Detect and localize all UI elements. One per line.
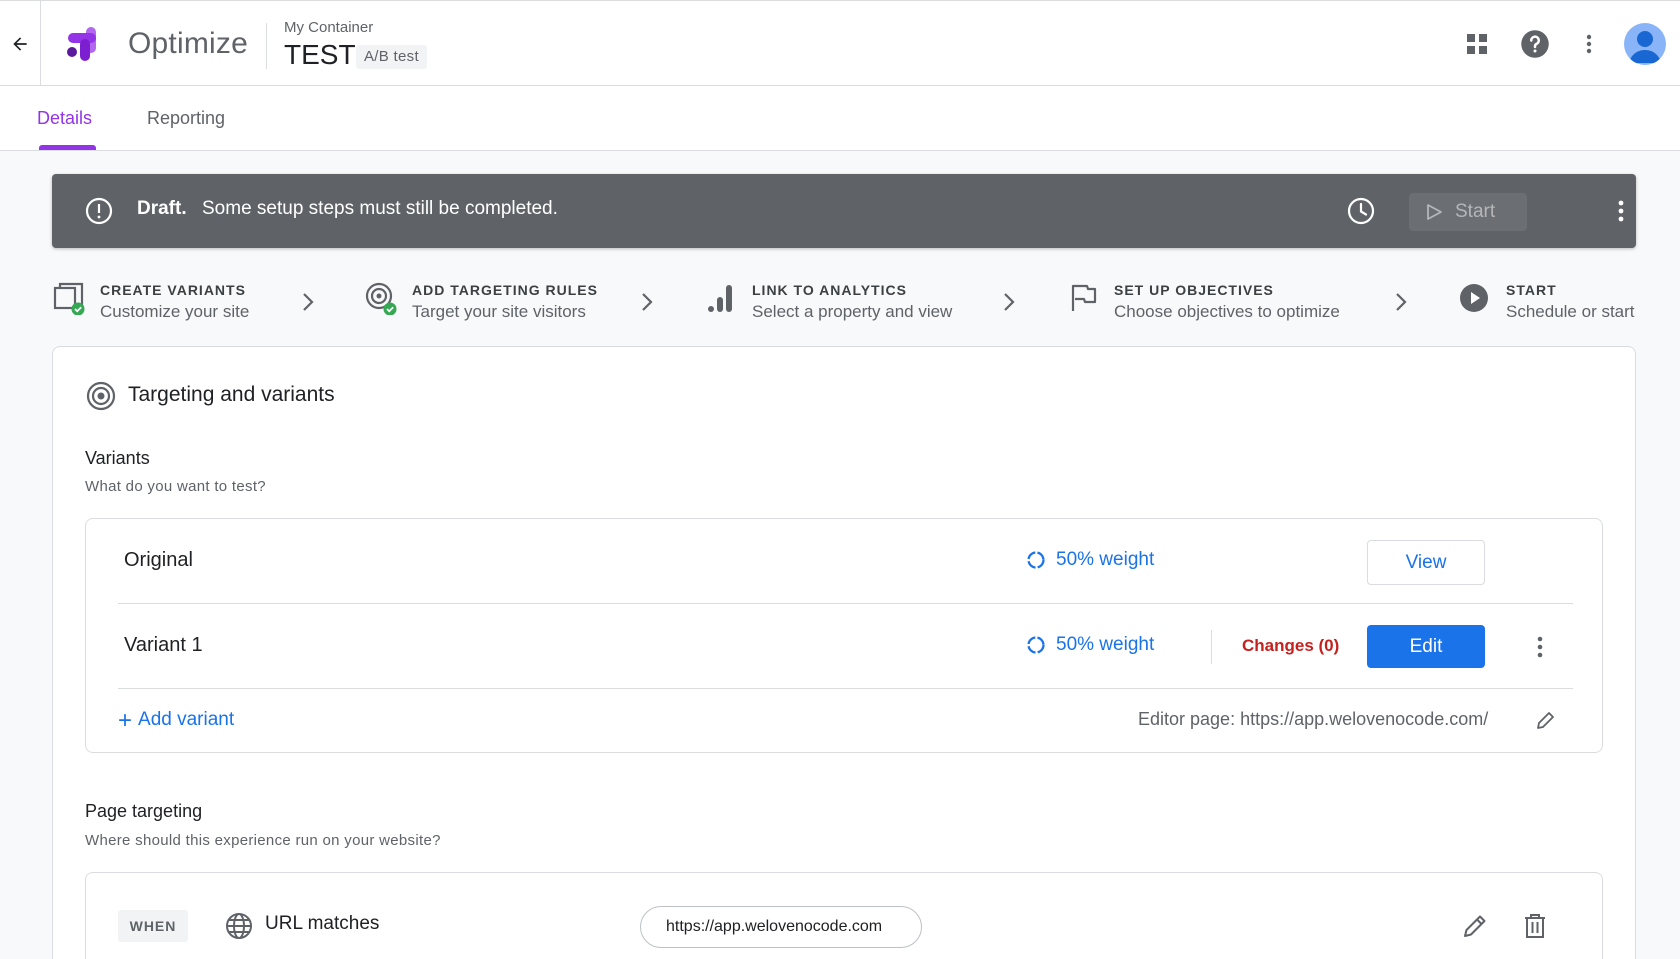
- step-set-up-objectives[interactable]: SET UP OBJECTIVES Choose objectives to o…: [1066, 275, 1366, 325]
- experiment-name: TEST: [284, 39, 356, 70]
- start-button-label: Start: [1455, 201, 1496, 222]
- alert-circle-icon: [85, 197, 113, 225]
- step-subtitle: Customize your site: [100, 302, 250, 321]
- help-icon: [1521, 30, 1549, 58]
- schedule-clock-icon[interactable]: [1346, 196, 1376, 226]
- globe-icon: [226, 913, 252, 939]
- analytics-icon: [708, 285, 732, 312]
- more-vert-icon: [1586, 34, 1592, 54]
- account-avatar[interactable]: [1624, 23, 1666, 65]
- divider: [1211, 630, 1212, 664]
- variants-subheading: What do you want to test?: [85, 478, 266, 495]
- weight-circle-icon: [1027, 636, 1045, 654]
- add-variant-button[interactable]: + Add variant: [118, 706, 235, 734]
- status-state: Draft.: [137, 198, 187, 219]
- variant-name: Variant 1: [124, 634, 203, 656]
- play-icon: [1427, 204, 1442, 220]
- card-title: Targeting and variants: [128, 383, 335, 406]
- weight-circle-icon: [1027, 551, 1045, 569]
- variants-list: Original 50% weight View Variant 1 50% w…: [85, 518, 1603, 753]
- step-link-to-analytics[interactable]: LINK TO ANALYTICS Select a property and …: [704, 275, 974, 325]
- experiment-type-chip: A/B test: [356, 45, 427, 69]
- targeting-rule: WHEN URL matches https://app.welovenocod…: [85, 872, 1603, 959]
- step-subtitle: Schedule or start: [1506, 302, 1635, 321]
- start-button[interactable]: Start: [1409, 193, 1527, 231]
- url-value-chip[interactable]: https://app.welovenocode.com: [640, 906, 922, 948]
- tab-active-indicator: [39, 145, 96, 150]
- step-title: START: [1506, 282, 1557, 298]
- step-title: CREATE VARIANTS: [100, 282, 246, 298]
- editor-page-url: Editor page: https://app.welovenocode.co…: [1138, 709, 1489, 729]
- changes-link[interactable]: Changes (0): [1242, 636, 1339, 656]
- pencil-icon[interactable]: [1462, 913, 1488, 939]
- app-header: Optimize My Container TEST A/B test: [0, 0, 1680, 86]
- edit-button[interactable]: Edit: [1367, 625, 1485, 668]
- step-subtitle: Select a property and view: [752, 302, 953, 321]
- step-title: SET UP OBJECTIVES: [1114, 282, 1274, 298]
- optimize-logo: [64, 25, 104, 65]
- tab-details[interactable]: Details: [37, 86, 92, 150]
- apps-grid-button[interactable]: [1460, 27, 1494, 61]
- variant-weight-label: 50% weight: [1056, 634, 1155, 655]
- variant-row-original: Original 50% weight View: [118, 519, 1573, 604]
- tab-reporting[interactable]: Reporting: [147, 86, 225, 150]
- variant-row-variant-1: Variant 1 50% weight Changes (0) Edit: [118, 604, 1573, 689]
- step-add-targeting-rules[interactable]: ADD TARGETING RULES Target your site vis…: [364, 275, 634, 325]
- step-title: ADD TARGETING RULES: [412, 282, 598, 298]
- variants-icon: [53, 282, 85, 315]
- flag-icon: [1071, 284, 1097, 311]
- chevron-right-icon: [1004, 293, 1015, 311]
- page-targeting-heading: Page targeting: [85, 801, 203, 821]
- chevron-right-icon: [1396, 293, 1407, 311]
- step-subtitle: Target your site visitors: [412, 302, 586, 321]
- pencil-icon[interactable]: [1535, 709, 1557, 731]
- more-options-button[interactable]: [1572, 27, 1606, 61]
- condition-label: URL matches: [265, 913, 380, 934]
- header-divider: [266, 23, 267, 69]
- variant-weight-label: 50% weight: [1056, 549, 1155, 570]
- when-chip: WHEN: [118, 910, 188, 942]
- target-icon: [365, 282, 397, 315]
- chevron-right-icon: [642, 293, 653, 311]
- chevron-right-icon: [303, 293, 314, 311]
- help-button[interactable]: [1518, 27, 1552, 61]
- variants-heading: Variants: [85, 448, 150, 468]
- apps-grid-icon: [1467, 34, 1487, 54]
- product-name: Optimize: [128, 27, 248, 60]
- variant-weight[interactable]: 50% weight: [1026, 634, 1154, 656]
- container-name: My Container: [284, 19, 374, 36]
- variant-name: Original: [124, 549, 193, 571]
- targeting-and-variants-card: Targeting and variants Variants What do …: [52, 346, 1636, 959]
- plus-icon: +: [118, 706, 133, 734]
- step-start[interactable]: START Schedule or start: [1458, 275, 1638, 325]
- play-circle-icon: [1460, 284, 1488, 312]
- target-icon: [86, 381, 116, 411]
- step-title: LINK TO ANALYTICS: [752, 282, 907, 298]
- trash-icon[interactable]: [1522, 912, 1548, 940]
- back-arrow-icon: [13, 36, 27, 51]
- step-subtitle: Choose objectives to optimize: [1114, 302, 1340, 321]
- step-create-variants[interactable]: CREATE VARIANTS Customize your site: [52, 275, 312, 325]
- more-vert-icon[interactable]: [1525, 632, 1555, 662]
- variant-weight[interactable]: 50% weight: [1026, 549, 1154, 571]
- status-message: Some setup steps must still be completed…: [202, 198, 558, 219]
- more-vert-icon[interactable]: [1606, 196, 1636, 226]
- draft-status-banner: Draft. Some setup steps must still be co…: [52, 174, 1636, 248]
- view-button[interactable]: View: [1367, 540, 1485, 585]
- add-variant-label: Add variant: [138, 709, 235, 730]
- back-button[interactable]: [0, 1, 41, 86]
- page-targeting-subheading: Where should this experience run on your…: [85, 832, 441, 849]
- tab-bar: Details Reporting: [0, 86, 1680, 151]
